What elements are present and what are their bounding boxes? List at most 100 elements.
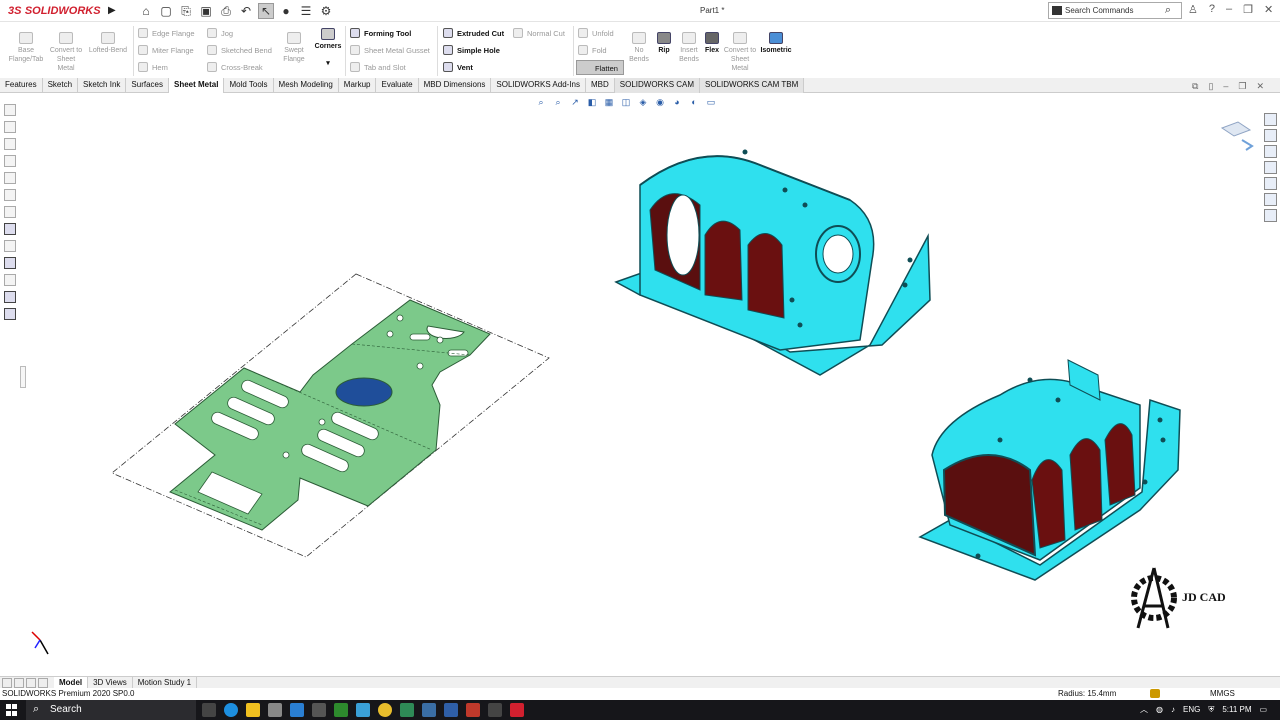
blank-icon[interactable] bbox=[4, 274, 16, 286]
insert-bends-button[interactable]: Insert Bends bbox=[676, 32, 702, 64]
graphics-area[interactable] bbox=[26, 110, 1262, 675]
lofted-bend-button[interactable]: Lofted-Bend bbox=[86, 32, 130, 55]
edge-browser-icon[interactable] bbox=[224, 703, 238, 717]
calculator-icon[interactable] bbox=[312, 703, 326, 717]
corners-button[interactable]: Corners ▾ bbox=[313, 28, 343, 68]
view-palette-icon[interactable] bbox=[1264, 161, 1277, 174]
view-orientation-icon[interactable]: ◫ bbox=[619, 96, 633, 108]
edit-appearance-icon[interactable]: ◕ bbox=[670, 96, 684, 108]
markup-icon[interactable] bbox=[4, 257, 16, 269]
dynamic-annotation-icon[interactable]: ▦ bbox=[602, 96, 616, 108]
property-manager-icon[interactable] bbox=[4, 121, 16, 133]
convert-sheet-button[interactable]: Convert to Sheet Metal bbox=[48, 32, 84, 73]
file-explorer-taskbar-icon[interactable] bbox=[246, 703, 260, 717]
panel-minimize-icon[interactable]: – bbox=[1223, 81, 1228, 92]
print-icon[interactable]: ⎙ bbox=[218, 3, 234, 19]
tab-model[interactable]: Model bbox=[54, 676, 89, 689]
taskbar-search-box[interactable]: ⌕ Search bbox=[26, 700, 196, 720]
next-tab-arrow-icon[interactable] bbox=[26, 677, 36, 688]
search-commands-field[interactable]: Search Commands ⌕ bbox=[1048, 2, 1182, 19]
network-icon[interactable]: ◍ bbox=[1156, 705, 1163, 714]
tab-solidworks-cam-tbm[interactable]: SOLIDWORKS CAM TBM bbox=[700, 78, 805, 93]
previous-view-icon[interactable]: ↗ bbox=[568, 96, 582, 108]
word-icon[interactable] bbox=[444, 703, 458, 717]
unfold-button[interactable]: Unfold bbox=[578, 28, 614, 38]
custom-properties-icon[interactable] bbox=[1264, 193, 1277, 206]
excel-icon[interactable] bbox=[400, 703, 414, 717]
gusset-button[interactable]: Sheet Metal Gusset bbox=[350, 45, 430, 55]
view-settings-icon[interactable]: ▭ bbox=[704, 96, 718, 108]
acrobat-icon[interactable] bbox=[466, 703, 480, 717]
normal-cut-button[interactable]: Normal Cut bbox=[513, 28, 565, 38]
solidworks-taskbar-icon[interactable] bbox=[510, 703, 524, 717]
search-scope-icon[interactable] bbox=[1052, 6, 1062, 15]
isometric-button[interactable]: Isometric bbox=[759, 32, 793, 55]
tab-3d-views[interactable]: 3D Views bbox=[88, 676, 133, 689]
language-indicator[interactable]: ENG bbox=[1183, 705, 1200, 714]
solidworks-forum-icon[interactable] bbox=[1264, 209, 1277, 222]
folded-part-lower[interactable] bbox=[918, 359, 1181, 581]
tab-slot-button[interactable]: Tab and Slot bbox=[350, 62, 406, 72]
store-icon[interactable] bbox=[268, 703, 282, 717]
save-icon[interactable]: ▣ bbox=[198, 3, 214, 19]
corners-dropdown-icon[interactable]: ▾ bbox=[313, 59, 343, 68]
cam-nc-manager-icon[interactable] bbox=[4, 291, 16, 303]
swept-flange-button[interactable]: Swept Flange bbox=[278, 32, 310, 64]
configuration-manager-icon[interactable] bbox=[4, 138, 16, 150]
tab-markup[interactable]: Markup bbox=[339, 78, 377, 93]
select-icon[interactable]: ↖ bbox=[258, 3, 274, 19]
tab-surfaces[interactable]: Surfaces bbox=[126, 78, 169, 93]
app-icon[interactable] bbox=[422, 703, 436, 717]
tab-motion-study[interactable]: Motion Study 1 bbox=[133, 676, 198, 689]
rebuild-icon[interactable]: ● bbox=[278, 3, 294, 19]
restore-icon[interactable]: ❐ bbox=[1243, 3, 1253, 16]
cam-tbm-icon[interactable] bbox=[4, 308, 16, 320]
home-icon[interactable]: ⌂ bbox=[138, 3, 154, 19]
minimize-icon[interactable]: – bbox=[1226, 3, 1232, 16]
feature-manager-icon[interactable] bbox=[4, 104, 16, 116]
section-view-icon[interactable]: ◧ bbox=[585, 96, 599, 108]
flat-pattern-part[interactable] bbox=[169, 299, 491, 531]
miter-flange-button[interactable]: Miter Flange bbox=[138, 45, 194, 55]
tab-evaluate[interactable]: Evaluate bbox=[376, 78, 419, 93]
display-manager-icon[interactable] bbox=[4, 172, 16, 184]
volume-icon[interactable]: ♪ bbox=[1171, 705, 1175, 714]
zoom-to-fit-icon[interactable]: ⌕ bbox=[534, 96, 548, 108]
zoom-area-icon[interactable]: ⌕ bbox=[551, 96, 565, 108]
solidworks-logo[interactable]: 3S SOLIDWORKS bbox=[8, 3, 101, 17]
panel-restore-icon[interactable]: ❐ bbox=[1238, 81, 1246, 92]
design-library-icon[interactable] bbox=[1264, 129, 1277, 142]
solidworks-resources-icon[interactable] bbox=[1264, 113, 1277, 126]
extruded-cut-button[interactable]: Extruded Cut bbox=[443, 28, 504, 38]
first-tab-arrow-icon[interactable] bbox=[2, 677, 12, 688]
chrome-icon[interactable] bbox=[378, 703, 392, 717]
rebuild-status-icon[interactable] bbox=[1150, 689, 1160, 698]
file-properties-icon[interactable]: ☰ bbox=[298, 3, 314, 19]
file-explorer-icon[interactable] bbox=[1264, 145, 1277, 158]
tab-solidworks-add-ins[interactable]: SOLIDWORKS Add-Ins bbox=[491, 78, 587, 93]
user-icon[interactable]: ♙ bbox=[1188, 3, 1198, 16]
photos-icon[interactable] bbox=[356, 703, 370, 717]
tab-sheet-metal[interactable]: Sheet Metal bbox=[168, 78, 225, 93]
prev-tab-arrow-icon[interactable] bbox=[14, 677, 24, 688]
flex-button[interactable]: Flex bbox=[703, 32, 721, 55]
clock[interactable]: 5:11 PM bbox=[1222, 705, 1251, 714]
menu-expand-icon[interactable]: ▶ bbox=[108, 5, 116, 16]
tab-sketch[interactable]: Sketch bbox=[43, 78, 79, 93]
vent-button[interactable]: Vent bbox=[443, 62, 473, 72]
tab-sketch-ink[interactable]: Sketch Ink bbox=[78, 78, 127, 93]
edge-flange-button[interactable]: Edge Flange bbox=[138, 28, 195, 38]
display-style-icon[interactable]: ◈ bbox=[636, 96, 650, 108]
pdf-reader-icon[interactable] bbox=[488, 703, 502, 717]
tab-solidworks-cam[interactable]: SOLIDWORKS CAM bbox=[614, 78, 701, 93]
options-icon[interactable]: ⚙ bbox=[318, 3, 334, 19]
cam-tool-tree-icon[interactable] bbox=[4, 223, 16, 235]
cam-feature-tree-icon[interactable] bbox=[4, 189, 16, 201]
folded-part-upper[interactable] bbox=[614, 149, 931, 376]
undo-icon[interactable]: ↶ bbox=[238, 3, 254, 19]
mail-icon[interactable] bbox=[290, 703, 304, 717]
nvidia-icon[interactable] bbox=[334, 703, 348, 717]
sketched-bend-button[interactable]: Sketched Bend bbox=[207, 45, 272, 55]
panel-close-icon[interactable]: ✕ bbox=[1256, 81, 1264, 92]
panel-dock-icon[interactable]: ▯ bbox=[1208, 81, 1213, 92]
